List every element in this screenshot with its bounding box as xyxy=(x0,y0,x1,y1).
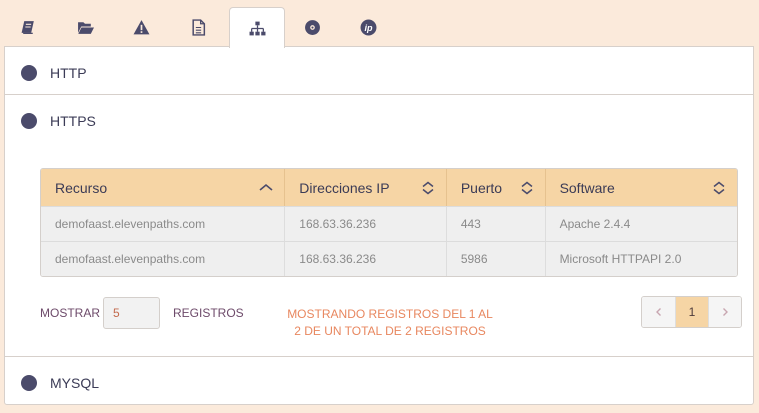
tab-alerts[interactable] xyxy=(113,7,169,47)
bullet-icon xyxy=(21,65,37,81)
book-icon xyxy=(21,20,34,34)
section-label: HTTP xyxy=(50,65,87,81)
tab-reports[interactable] xyxy=(170,7,226,47)
tab-docs[interactable] xyxy=(0,7,56,47)
cell-puerto: 443 xyxy=(445,207,545,241)
content-panel: HTTP HTTPS Recurso Direcciones IP Puerto xyxy=(4,46,754,405)
cell-recurso: demofaast.elevenpaths.com xyxy=(55,252,206,266)
section-label: HTTPS xyxy=(50,113,96,129)
divider xyxy=(5,94,753,95)
pagination: 1 xyxy=(641,296,742,328)
tab-ip[interactable]: ip xyxy=(340,7,396,47)
prev-page-button[interactable] xyxy=(642,297,675,327)
bullet-icon xyxy=(21,375,37,391)
chevron-right-icon xyxy=(723,308,728,316)
ip-icon: ip xyxy=(360,19,376,35)
bullet-icon xyxy=(21,113,37,129)
next-page-button[interactable] xyxy=(708,297,741,327)
cell-recurso: demofaast.elevenpaths.com xyxy=(55,217,206,231)
records-info-line: MOSTRANDO REGISTROS DEL 1 AL xyxy=(287,307,493,321)
section-mysql[interactable]: MYSQL xyxy=(5,359,753,404)
table-header: Recurso Direcciones IP Puerto Software xyxy=(41,169,737,206)
sort-icon xyxy=(521,181,533,195)
records-info-line: 2 DE UN TOTAL DE 2 REGISTROS xyxy=(294,324,486,338)
page-button[interactable]: 1 xyxy=(675,297,708,327)
tab-bar: ip xyxy=(0,0,759,48)
sitemap-icon xyxy=(249,21,265,35)
section-label: MYSQL xyxy=(50,375,100,391)
divider xyxy=(5,356,753,357)
sort-asc-icon xyxy=(259,183,273,191)
tab-files[interactable] xyxy=(57,7,113,47)
warning-icon xyxy=(133,19,149,34)
column-label: Puerto xyxy=(460,179,503,196)
page-size-select[interactable]: 5 xyxy=(103,297,160,329)
column-header-software[interactable]: Software xyxy=(544,169,737,206)
records-info: MOSTRANDO REGISTROS DEL 1 AL 2 DE UN TOT… xyxy=(275,306,505,340)
cell-ip: 168.63.36.236 xyxy=(284,207,446,241)
section-https[interactable]: HTTPS xyxy=(5,97,753,145)
chevron-left-icon xyxy=(655,308,661,316)
sort-icon xyxy=(422,181,434,195)
disc-icon xyxy=(304,19,320,35)
table-row: demofaast.elevenpaths.com 168.63.36.236 … xyxy=(41,241,737,276)
column-header-recurso[interactable]: Recurso xyxy=(41,169,284,206)
column-label: Software xyxy=(559,179,615,196)
column-header-ip[interactable]: Direcciones IP xyxy=(284,169,446,206)
document-icon xyxy=(191,18,205,36)
cell-puerto: 5986 xyxy=(445,242,545,276)
section-http[interactable]: HTTP xyxy=(5,49,753,97)
column-label: Recurso xyxy=(55,179,108,196)
cell-ip: 168.63.36.236 xyxy=(284,242,446,276)
records-label: REGISTROS xyxy=(173,306,244,320)
tab-disc[interactable] xyxy=(284,7,340,47)
cell-software: Apache 2.4.4 xyxy=(544,207,737,241)
svg-text:ip: ip xyxy=(364,22,373,32)
show-label: MOSTRAR xyxy=(40,306,100,320)
column-label: Direcciones IP xyxy=(299,179,390,196)
cell-software: Microsoft HTTPAPI 2.0 xyxy=(544,242,737,276)
services-table: Recurso Direcciones IP Puerto Software d… xyxy=(40,168,738,277)
column-header-puerto[interactable]: Puerto xyxy=(445,169,545,206)
folder-open-icon xyxy=(77,21,94,34)
sort-icon xyxy=(713,181,725,195)
tab-network[interactable] xyxy=(229,7,285,48)
table-row: demofaast.elevenpaths.com 168.63.36.236 … xyxy=(41,206,737,241)
